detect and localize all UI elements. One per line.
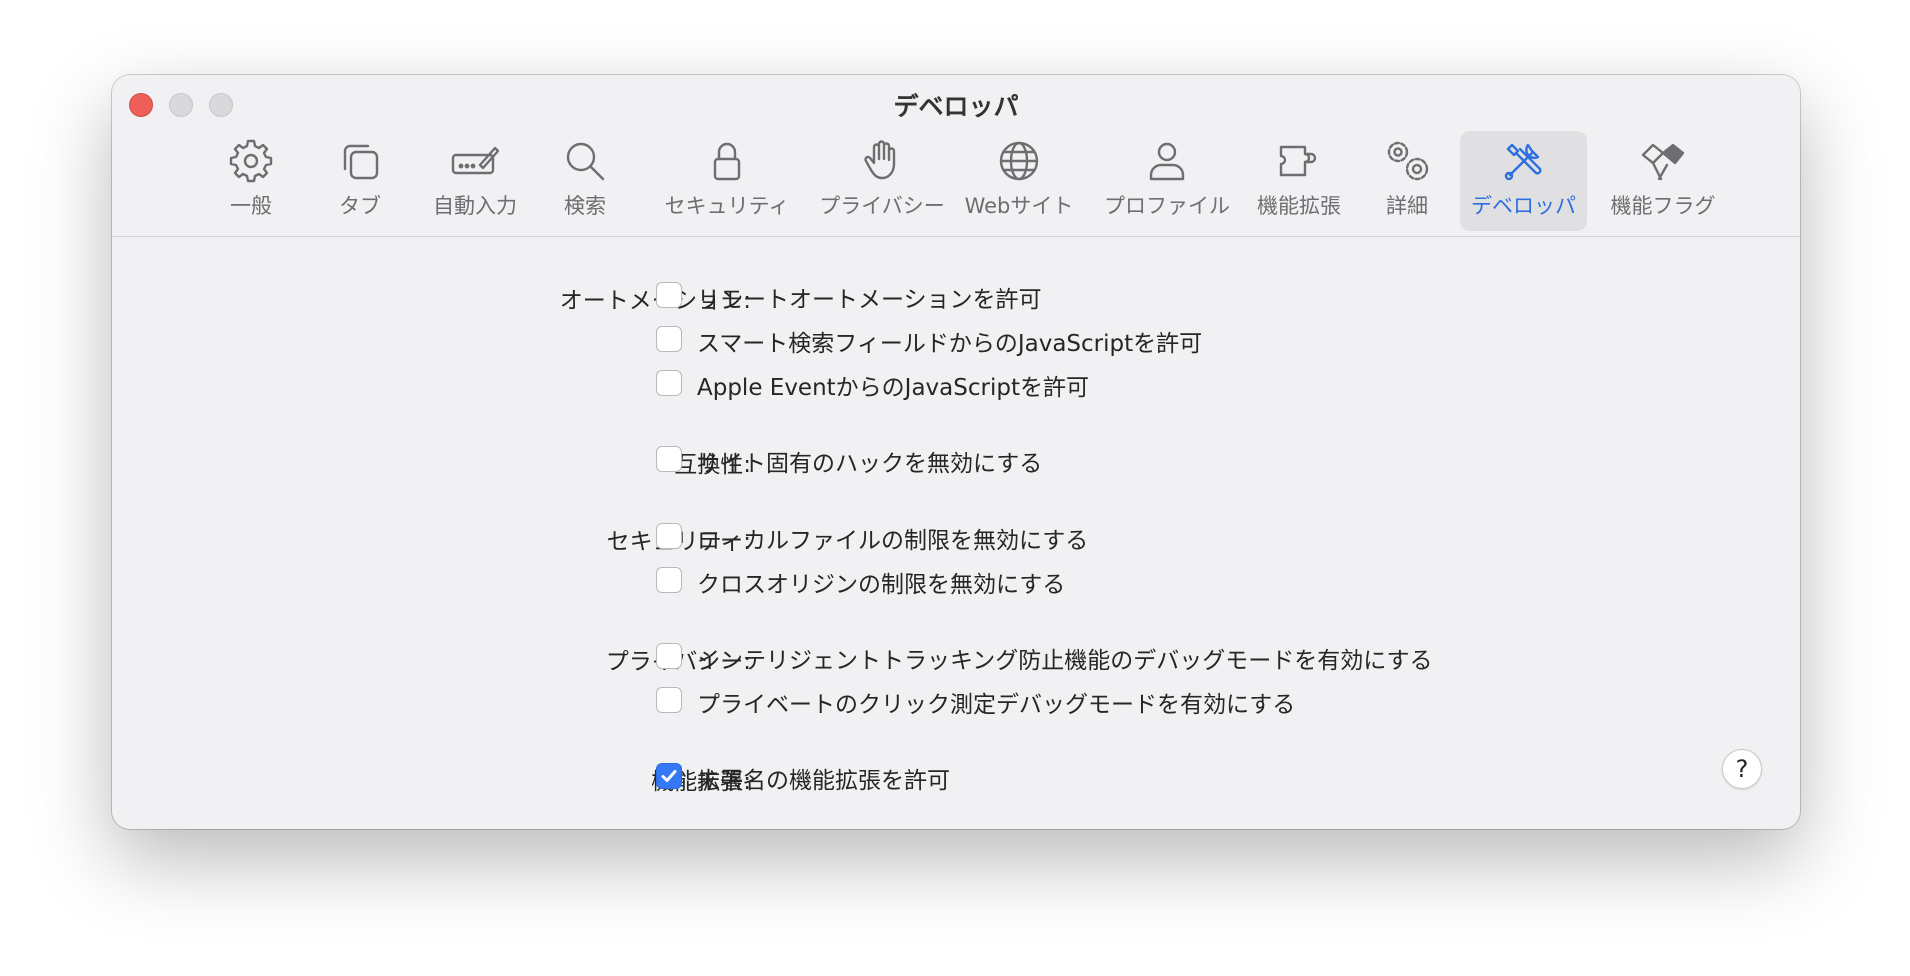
hand-icon <box>864 140 896 180</box>
help-button[interactable]: ? <box>1722 749 1762 789</box>
itp-debug-mode-text: インテリジェントトラッキング防止機能のデバッグモードを有効にする <box>697 648 1433 674</box>
itp-debug-mode-checkbox[interactable] <box>656 643 682 669</box>
tab-developer[interactable]: デベロッパ <box>1460 131 1587 231</box>
automation-row-1: オートメーション: リモートオートメーションを許可 <box>112 277 1800 314</box>
titlebar: デベロッパ 一般 タブ 自動入力 検索 セキュリティ プライバシー Webサイト… <box>112 75 1800 237</box>
tab-search-label: 検索 <box>564 194 606 218</box>
magnifier-icon <box>566 142 605 181</box>
tab-advanced[interactable]: 詳細 <box>1367 131 1447 231</box>
tab-security[interactable]: セキュリティ <box>652 131 802 231</box>
tab-extensions-label: 機能拡張 <box>1257 194 1341 218</box>
disable-local-file-restrictions-checkbox[interactable] <box>656 523 682 549</box>
tab-feature-flags-label: 機能フラグ <box>1610 194 1716 218</box>
globe-icon <box>999 141 1039 181</box>
disable-cross-origin-restrictions-checkbox[interactable] <box>656 567 682 593</box>
extensions-row-1: 機能拡張: 未署名の機能拡張を許可 <box>112 758 1800 795</box>
tab-autofill-label: 自動入力 <box>433 194 517 218</box>
security-row-2: クロスオリジンの制限を無効にする <box>112 562 1800 598</box>
tab-privacy[interactable]: プライバシー <box>812 131 952 231</box>
disable-local-file-restrictions-text: ローカルファイルの制限を無効にする <box>697 528 1089 554</box>
privacy-row-1: プライバシー: インテリジェントトラッキング防止機能のデバッグモードを有効にする <box>112 638 1800 675</box>
tab-tabs-label: タブ <box>339 194 381 218</box>
allow-smart-search-js-text: スマート検索フィールドからのJavaScriptを許可 <box>697 331 1203 357</box>
allow-apple-event-js-text: Apple EventからのJavaScriptを許可 <box>697 375 1089 401</box>
tab-advanced-label: 詳細 <box>1386 194 1428 218</box>
tab-developer-label: デベロッパ <box>1471 194 1576 218</box>
autofill-pen-icon <box>451 146 500 175</box>
disable-site-hacks-checkbox[interactable] <box>656 446 682 472</box>
gear-icon <box>229 139 273 183</box>
window-title: デベロッパ <box>893 92 1019 121</box>
tab-privacy-label: プライバシー <box>819 194 945 218</box>
tab-autofill[interactable]: 自動入力 <box>420 131 530 231</box>
tab-profiles[interactable]: プロファイル <box>1097 131 1237 231</box>
puzzle-icon <box>1279 145 1317 177</box>
tools-icon <box>1504 143 1541 181</box>
lock-icon <box>713 142 741 181</box>
tab-security-label: セキュリティ <box>664 194 790 218</box>
allow-smart-search-js-checkbox[interactable] <box>656 326 682 352</box>
allow-apple-event-js-checkbox[interactable] <box>656 370 682 396</box>
allow-unsigned-extensions-text: 未署名の機能拡張を許可 <box>697 768 950 794</box>
preferences-window: デベロッパ 一般 タブ 自動入力 検索 セキュリティ プライバシー Webサイト… <box>112 75 1800 829</box>
flags-icon <box>1641 143 1685 181</box>
private-click-measurement-debug-text: プライベートのクリック測定デバッグモードを有効にする <box>697 692 1296 718</box>
checkmark-icon <box>661 770 677 782</box>
developer-settings-pane: オートメーション: リモートオートメーションを許可 スマート検索フィールドからの… <box>112 237 1800 829</box>
allow-remote-automation-checkbox[interactable] <box>656 282 682 308</box>
automation-row-2: スマート検索フィールドからのJavaScriptを許可 <box>112 321 1800 357</box>
tabs-icon <box>343 144 379 180</box>
automation-row-3: Apple EventからのJavaScriptを許可 <box>112 365 1800 401</box>
tab-websites[interactable]: Webサイト <box>959 131 1079 231</box>
tab-extensions[interactable]: 機能拡張 <box>1244 131 1354 231</box>
tab-feature-flags[interactable]: 機能フラグ <box>1598 131 1728 231</box>
tab-general-label: 一般 <box>230 194 272 218</box>
tab-general[interactable]: 一般 <box>201 131 301 231</box>
preferences-toolbar: 一般 タブ 自動入力 検索 セキュリティ プライバシー Webサイト プロファイ… <box>112 131 1800 231</box>
tab-tabs[interactable]: タブ <box>315 131 405 231</box>
disable-site-hacks-text: サイト固有のハックを無効にする <box>697 451 1043 477</box>
disable-cross-origin-restrictions-text: クロスオリジンの制限を無効にする <box>697 572 1066 598</box>
tab-websites-label: Webサイト <box>964 194 1074 218</box>
security-row-1: セキュリティ: ローカルファイルの制限を無効にする <box>112 518 1800 555</box>
allow-remote-automation-text: リモートオートメーションを許可 <box>697 287 1042 313</box>
tab-search[interactable]: 検索 <box>545 131 625 231</box>
tab-profiles-label: プロファイル <box>1104 194 1230 218</box>
private-click-measurement-debug-checkbox[interactable] <box>656 687 682 713</box>
person-icon <box>1149 142 1185 181</box>
privacy-row-2: プライベートのクリック測定デバッグモードを有効にする <box>112 682 1800 718</box>
allow-unsigned-extensions-checkbox[interactable] <box>656 763 682 789</box>
compatibility-row-1: 互換性: サイト固有のハックを無効にする <box>112 441 1800 478</box>
gears-icon <box>1387 141 1429 181</box>
